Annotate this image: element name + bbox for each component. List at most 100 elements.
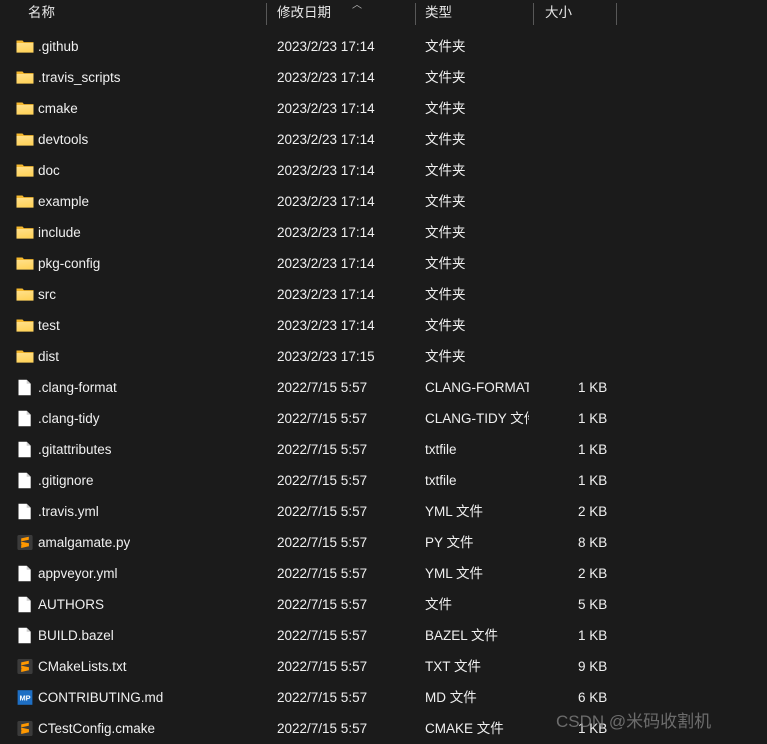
table-row[interactable]: pkg-config 2023/2/23 17:14 文件夹 (0, 248, 767, 279)
date-modified: 2022/7/15 5:57 (277, 690, 368, 705)
file-name: appveyor.yml (38, 566, 118, 581)
date-modified: 2022/7/15 5:57 (277, 566, 368, 581)
folder-icon (16, 317, 34, 334)
column-divider-size-end[interactable] (616, 3, 617, 25)
file-type: 文件夹 (425, 287, 466, 302)
column-header-type[interactable]: 类型 (425, 0, 452, 26)
date-modified: 2023/2/23 17:14 (277, 39, 375, 54)
sublime-text-icon (16, 658, 34, 675)
date-modified: 2023/2/23 17:14 (277, 163, 375, 178)
file-name: dist (38, 349, 60, 364)
table-row[interactable]: MP CONTRIBUTING.md 2022/7/15 5:57 MD 文件 6 KB (0, 682, 767, 713)
date-modified: 2023/2/23 17:14 (277, 194, 375, 209)
sublime-text-icon (16, 720, 34, 737)
file-name: .travis.yml (38, 504, 99, 519)
file-name: BUILD.bazel (38, 628, 114, 643)
file-size: 1 KB (578, 473, 608, 488)
date-modified: 2022/7/15 5:57 (277, 380, 368, 395)
file-type: 文件夹 (425, 349, 466, 364)
file-type: 文件夹 (425, 132, 466, 147)
file-size: 8 KB (578, 535, 608, 550)
document-icon (16, 627, 34, 644)
date-modified: 2022/7/15 5:57 (277, 628, 368, 643)
table-row[interactable]: doc 2023/2/23 17:14 文件夹 (0, 155, 767, 186)
file-name: pkg-config (38, 256, 101, 271)
file-name: doc (38, 163, 60, 178)
table-row[interactable]: CMakeLists.txt 2022/7/15 5:57 TXT 文件 9 KB (0, 651, 767, 682)
column-header-size[interactable]: 大小 (545, 0, 572, 26)
markdownpad-icon: MP (16, 689, 34, 706)
file-name: .clang-format (38, 380, 117, 395)
file-explorer-list-view: 名称 修改日期 类型 大小 ︿ .github 2023/2/23 17:14 文件… (0, 0, 767, 743)
table-row[interactable]: .travis.yml 2022/7/15 5:57 YML 文件 2 KB (0, 496, 767, 527)
table-row[interactable]: appveyor.yml 2022/7/15 5:57 YML 文件 2 KB (0, 558, 767, 589)
file-name: src (38, 287, 56, 302)
file-size: 2 KB (578, 504, 608, 519)
column-divider-name-date[interactable] (266, 3, 267, 25)
table-row[interactable]: AUTHORS 2022/7/15 5:57 文件 5 KB (0, 589, 767, 620)
date-modified: 2022/7/15 5:57 (277, 473, 368, 488)
table-row[interactable]: devtools 2023/2/23 17:14 文件夹 (0, 124, 767, 155)
date-modified: 2023/2/23 17:14 (277, 256, 375, 271)
file-size: 2 KB (578, 566, 608, 581)
table-row[interactable]: cmake 2023/2/23 17:14 文件夹 (0, 93, 767, 124)
file-type: 文件夹 (425, 163, 466, 178)
document-icon (16, 379, 34, 396)
file-type: YML 文件 (425, 566, 484, 581)
table-row[interactable]: .clang-format 2022/7/15 5:57 CLANG-FORMAT.… (0, 372, 767, 403)
file-type: CLANG-TIDY 文件 (425, 411, 529, 426)
date-modified: 2022/7/15 5:57 (277, 504, 368, 519)
table-row[interactable]: include 2023/2/23 17:14 文件夹 (0, 217, 767, 248)
table-row[interactable]: .github 2023/2/23 17:14 文件夹 (0, 31, 767, 62)
file-size: 9 KB (578, 659, 608, 674)
table-row[interactable]: amalgamate.py 2022/7/15 5:57 PY 文件 8 KB (0, 527, 767, 558)
file-size: 6 KB (578, 690, 608, 705)
file-size: 1 KB (578, 411, 608, 426)
file-type: 文件夹 (425, 225, 466, 240)
table-row[interactable]: dist 2023/2/23 17:15 文件夹 (0, 341, 767, 372)
file-size: 1 KB (578, 442, 608, 457)
table-row[interactable]: .clang-tidy 2022/7/15 5:57 CLANG-TIDY 文件 1 … (0, 403, 767, 434)
folder-icon (16, 224, 34, 241)
table-row[interactable]: src 2023/2/23 17:14 文件夹 (0, 279, 767, 310)
file-name: .gitattributes (38, 442, 112, 457)
table-row[interactable]: BUILD.bazel 2022/7/15 5:57 BAZEL 文件 1 KB (0, 620, 767, 651)
date-modified: 2023/2/23 17:14 (277, 225, 375, 240)
file-name: AUTHORS (38, 597, 105, 612)
file-type: PY 文件 (425, 535, 474, 550)
table-row[interactable]: .gitignore 2022/7/15 5:57 txtfile 1 KB (0, 465, 767, 496)
table-row[interactable]: test 2023/2/23 17:14 文件夹 (0, 310, 767, 341)
folder-icon (16, 38, 34, 55)
table-row[interactable]: example 2023/2/23 17:14 文件夹 (0, 186, 767, 217)
document-icon (16, 472, 34, 489)
column-divider-type-size[interactable] (533, 3, 534, 25)
document-icon (16, 565, 34, 582)
file-name: .travis_scripts (38, 70, 121, 85)
folder-icon (16, 162, 34, 179)
date-modified: 2022/7/15 5:57 (277, 597, 368, 612)
file-type: txtfile (425, 473, 457, 488)
file-type: 文件 (425, 597, 452, 612)
date-modified: 2023/2/23 17:14 (277, 101, 375, 116)
file-name: CMakeLists.txt (38, 659, 127, 674)
table-row[interactable]: .gitattributes 2022/7/15 5:57 txtfile 1 KB (0, 434, 767, 465)
file-name: include (38, 225, 81, 240)
file-type: MD 文件 (425, 690, 477, 705)
date-modified: 2023/2/23 17:15 (277, 349, 375, 364)
file-name: .clang-tidy (38, 411, 100, 426)
column-header-name[interactable]: 名称 (28, 0, 55, 26)
date-modified: 2022/7/15 5:57 (277, 411, 368, 426)
file-type: 文件夹 (425, 256, 466, 271)
file-name: CONTRIBUTING.md (38, 690, 164, 705)
file-size: 5 KB (578, 597, 608, 612)
file-name: amalgamate.py (38, 535, 131, 550)
table-row[interactable]: .travis_scripts 2023/2/23 17:14 文件夹 (0, 62, 767, 93)
column-divider-date-type[interactable] (415, 3, 416, 25)
file-type: TXT 文件 (425, 659, 482, 674)
column-header-date-modified[interactable]: 修改日期 (277, 0, 331, 26)
document-icon (16, 441, 34, 458)
sort-ascending-arrow-icon: ︿ (352, 0, 362, 11)
file-name: devtools (38, 132, 89, 147)
file-name: test (38, 318, 60, 333)
table-row[interactable]: CTestConfig.cmake 2022/7/15 5:57 CMAKE 文件 1… (0, 713, 767, 744)
